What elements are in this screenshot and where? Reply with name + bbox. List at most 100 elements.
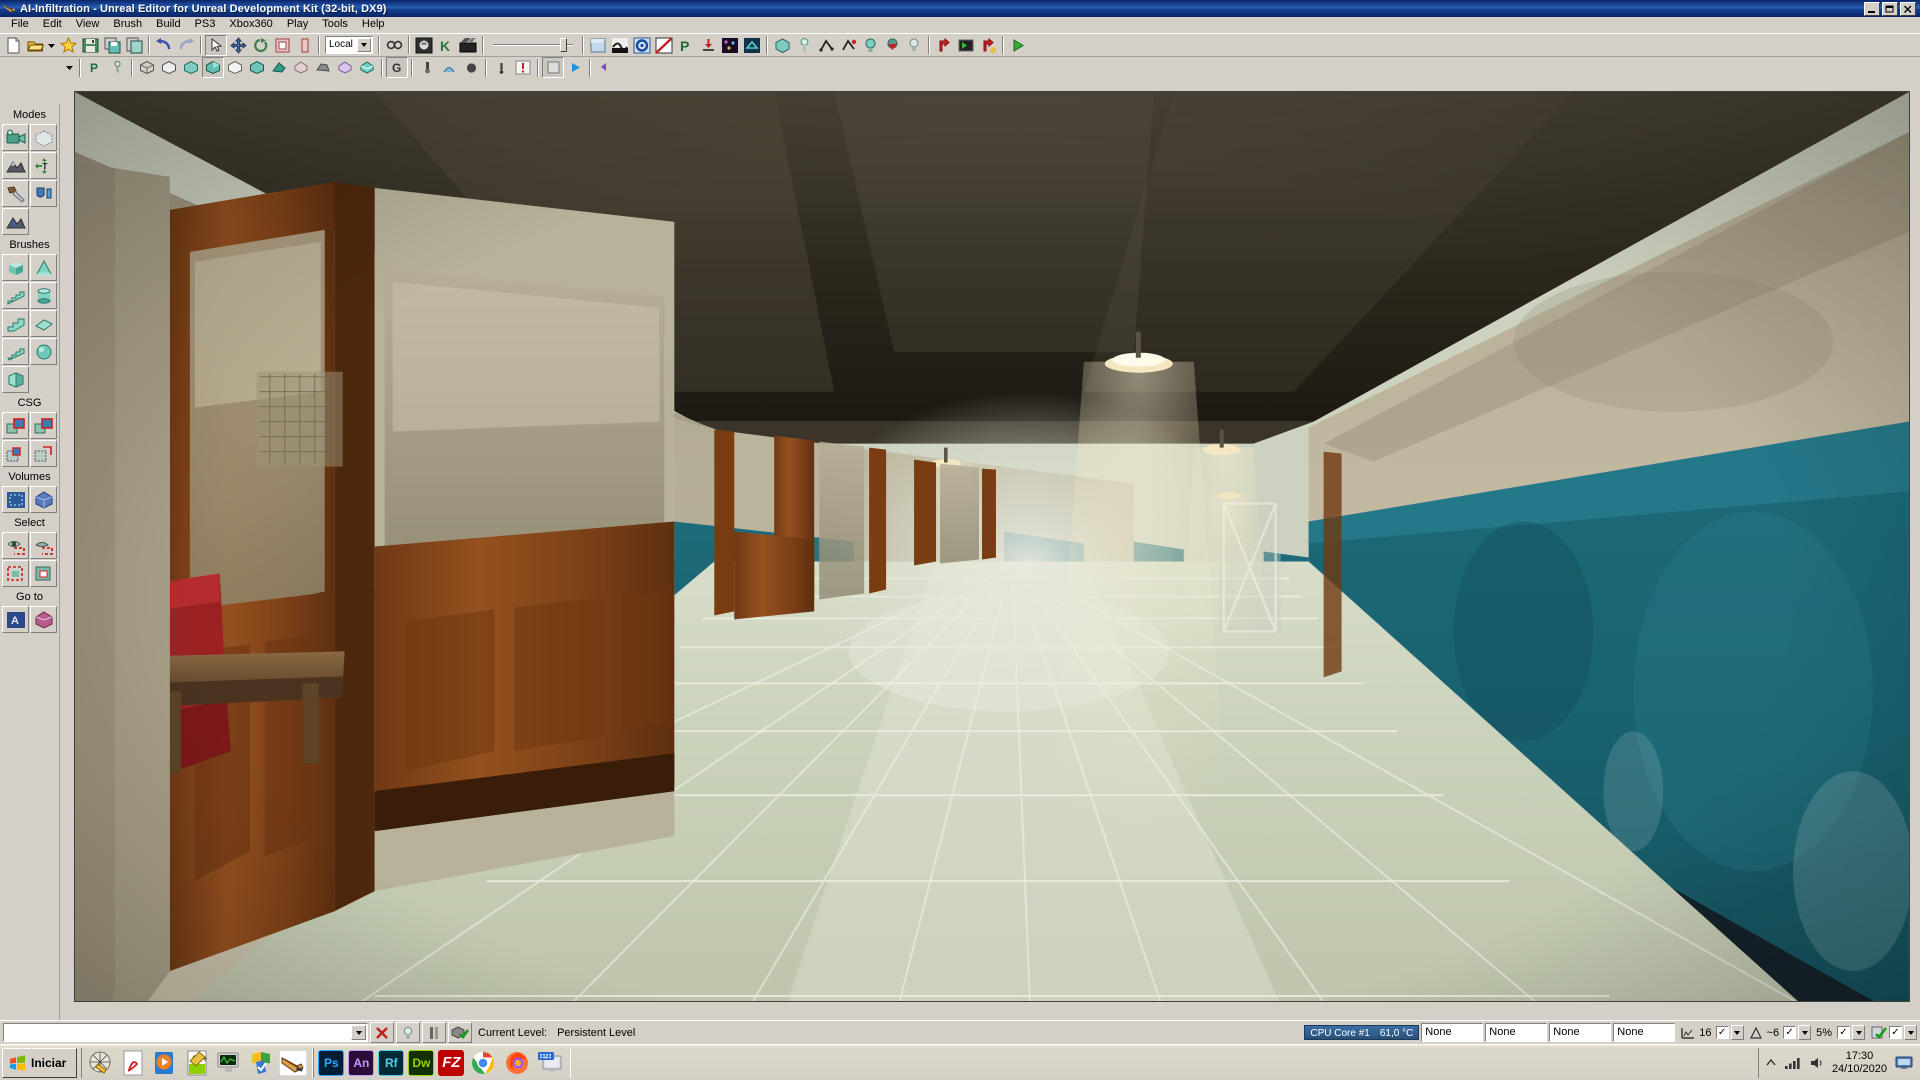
- maximize-button[interactable]: [1882, 1, 1898, 16]
- viewport-options-dropdown[interactable]: [62, 57, 76, 78]
- translate-button[interactable]: [227, 35, 249, 56]
- dreamweaver-icon[interactable]: Dw: [408, 1049, 435, 1076]
- undo-button[interactable]: [153, 35, 175, 56]
- content-browser-button[interactable]: [413, 35, 435, 56]
- terrain-mode-button[interactable]: [2, 152, 29, 179]
- landscape-mode-button[interactable]: L: [2, 208, 29, 235]
- lighting-preview-off-button[interactable]: [881, 35, 903, 56]
- goto-actor-button[interactable]: A: [2, 606, 29, 633]
- kismet-button[interactable]: K: [435, 35, 457, 56]
- tray-clock[interactable]: 17:30 24/10/2020: [1832, 1050, 1887, 1076]
- minimize-button[interactable]: [1864, 1, 1880, 16]
- sheet-brush-button[interactable]: [30, 310, 57, 337]
- play-in-editor-button[interactable]: [933, 35, 955, 56]
- system-monitor-icon[interactable]: [214, 1048, 244, 1078]
- show-flags-button[interactable]: [438, 57, 460, 78]
- build-geometry-button[interactable]: P: [675, 35, 697, 56]
- perspective-viewport[interactable]: [74, 91, 1910, 1002]
- menu-item-edit[interactable]: Edit: [36, 17, 69, 32]
- animate-icon[interactable]: An: [348, 1049, 375, 1076]
- media-player-icon[interactable]: [150, 1048, 180, 1078]
- network-signal-icon[interactable]: [1784, 1056, 1802, 1070]
- light-preview-button[interactable]: [396, 1022, 420, 1043]
- photoshop-icon[interactable]: Ps: [318, 1049, 345, 1076]
- rotate-button[interactable]: [249, 35, 271, 56]
- play-in-viewport-button[interactable]: [955, 35, 977, 56]
- search-actors-button[interactable]: [383, 35, 405, 56]
- menu-item-help[interactable]: Help: [355, 17, 392, 32]
- play-on-pc-button[interactable]: [977, 35, 999, 56]
- menu-item-build[interactable]: Build: [149, 17, 187, 32]
- actor-search-combo[interactable]: [3, 1023, 368, 1042]
- lit-button[interactable]: [202, 57, 224, 78]
- light-complexity-button[interactable]: [268, 57, 290, 78]
- game-view-button[interactable]: G: [386, 57, 408, 78]
- scale-snap-dropdown[interactable]: [1852, 1025, 1865, 1040]
- close-button[interactable]: [1900, 1, 1916, 16]
- start-button[interactable]: Iniciar: [2, 1047, 78, 1078]
- csg-intersect-button[interactable]: [2, 440, 29, 467]
- select-mode-button[interactable]: [205, 34, 227, 56]
- rotation-snap-dropdown[interactable]: [1798, 1025, 1812, 1040]
- nonuniform-scale-button[interactable]: [293, 35, 315, 56]
- slider-thumb[interactable]: [560, 38, 567, 52]
- csg-deintersect-button[interactable]: [30, 440, 57, 467]
- stair-brush-button[interactable]: [2, 282, 29, 309]
- brush-wireframe-button[interactable]: [158, 57, 180, 78]
- coordinate-system-combo[interactable]: Local: [325, 36, 373, 54]
- camera-speed-dropdown[interactable]: [1904, 1025, 1917, 1040]
- chevron-up-icon[interactable]: [1765, 1057, 1777, 1069]
- perspective-button[interactable]: P: [84, 57, 106, 78]
- material-slot-4[interactable]: None: [1613, 1023, 1676, 1042]
- cylinder-brush-button[interactable]: [30, 282, 57, 309]
- grid-snap-dropdown[interactable]: [1730, 1025, 1744, 1040]
- mesh-paint-mode-button[interactable]: [30, 180, 57, 207]
- unlit-button[interactable]: [180, 57, 202, 78]
- grid-snap-checkbox[interactable]: ✓: [1715, 1026, 1729, 1039]
- linear-stair-brush-button[interactable]: [2, 310, 29, 337]
- build-lighting-button[interactable]: [631, 35, 653, 56]
- lighting-preview-button[interactable]: [859, 35, 881, 56]
- lock-selection-button[interactable]: [460, 57, 482, 78]
- filezilla-icon[interactable]: FZ: [438, 1049, 465, 1076]
- csg-subtract-button[interactable]: [30, 412, 57, 439]
- maximize-viewport-button[interactable]: [512, 57, 534, 78]
- play-viewport-button[interactable]: [564, 57, 586, 78]
- material-slot-1[interactable]: None: [1421, 1023, 1484, 1042]
- menu-item-tools[interactable]: Tools: [315, 17, 355, 32]
- menu-item-ps3[interactable]: PS3: [188, 17, 223, 32]
- menu-item-file[interactable]: File: [4, 17, 36, 32]
- menu-item-xbox360[interactable]: Xbox360: [222, 17, 279, 32]
- goto-brush-button[interactable]: [30, 606, 57, 633]
- new-file-button[interactable]: [2, 35, 24, 56]
- volumetric-brush-button[interactable]: [2, 366, 29, 393]
- rotation-snap-checkbox[interactable]: ✓: [1783, 1026, 1797, 1039]
- scale-snap-checkbox[interactable]: ✓: [1837, 1026, 1850, 1039]
- csg-add-button[interactable]: [2, 412, 29, 439]
- build-all-button[interactable]: [741, 35, 763, 56]
- cpp-editor-icon[interactable]: A++: [182, 1048, 212, 1078]
- speaker-icon[interactable]: [1809, 1056, 1825, 1070]
- menu-item-view[interactable]: View: [69, 17, 107, 32]
- material-slot-3[interactable]: None: [1549, 1023, 1612, 1042]
- open-recent-dropdown[interactable]: [46, 35, 57, 56]
- move-mode-button[interactable]: T: [30, 152, 57, 179]
- redo-button[interactable]: [175, 35, 197, 56]
- material-slot-2[interactable]: None: [1485, 1023, 1548, 1042]
- add-light-button[interactable]: [793, 35, 815, 56]
- camera-speed-button[interactable]: [106, 57, 128, 78]
- antivirus-icon[interactable]: [246, 1048, 276, 1078]
- display-icon[interactable]: [1894, 1055, 1914, 1071]
- chrome-icon[interactable]: [468, 1048, 498, 1078]
- hide-selected-button[interactable]: [30, 532, 57, 559]
- menu-item-brush[interactable]: Brush: [106, 17, 149, 32]
- brush-clip-button[interactable]: [422, 1022, 446, 1043]
- acrobat-reader-icon[interactable]: [118, 1048, 148, 1078]
- realtime-button[interactable]: [416, 57, 438, 78]
- geometry-mode-button[interactable]: [30, 124, 57, 151]
- paint-shop-icon[interactable]: [86, 1048, 116, 1078]
- lightmap-density-button[interactable]: [334, 57, 356, 78]
- menu-item-play[interactable]: Play: [280, 17, 315, 32]
- build-paths-button[interactable]: [653, 35, 675, 56]
- invert-selection-button[interactable]: [30, 560, 57, 587]
